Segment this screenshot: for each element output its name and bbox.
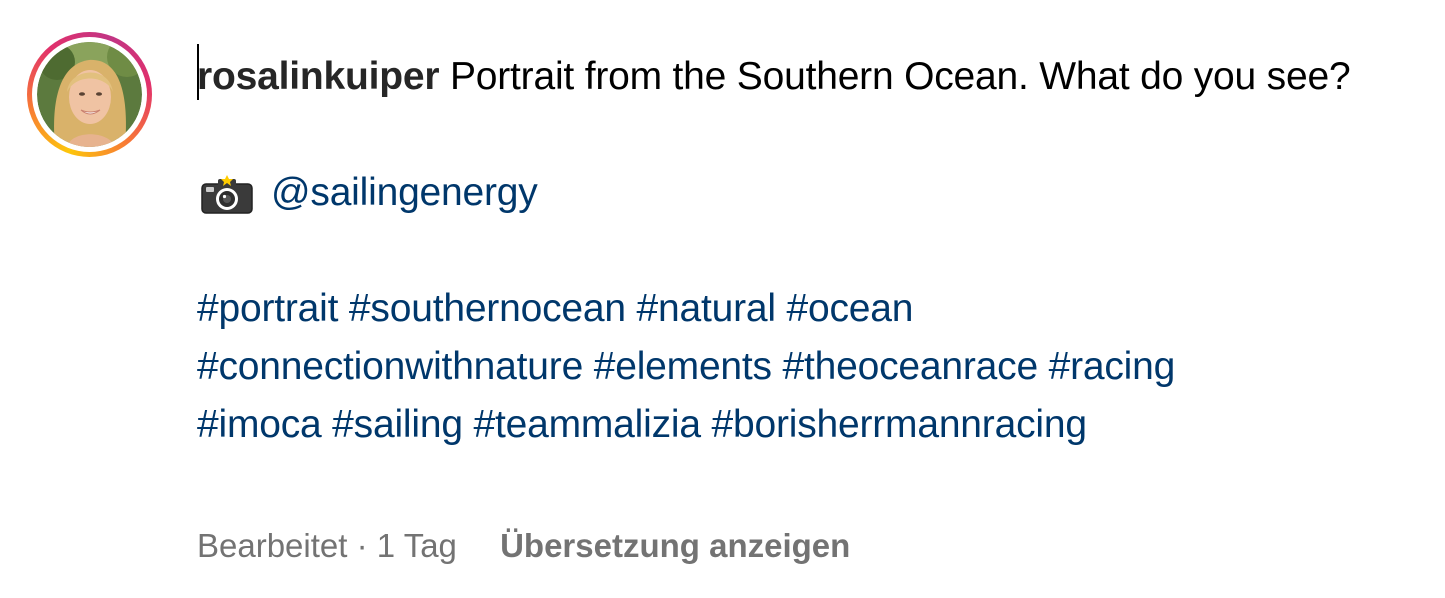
hashtag-link[interactable]: #connectionwithnature	[197, 345, 583, 388]
avatar-story-ring[interactable]	[27, 32, 152, 157]
hashtag-link[interactable]: #sailing	[332, 403, 463, 446]
camera-icon	[201, 175, 253, 214]
username-link[interactable]: rosalinkuiper	[197, 55, 440, 98]
hashtag-link[interactable]: #imoca	[197, 403, 322, 446]
avatar	[37, 42, 142, 147]
hashtag-link[interactable]: #borisherrmannracing	[711, 403, 1087, 446]
hashtag-link[interactable]: #southernocean	[349, 287, 626, 330]
hashtag-link[interactable]: #theoceanrace	[783, 345, 1039, 388]
post-age: 1 Tag	[376, 527, 457, 564]
hashtag-link[interactable]: #ocean	[786, 287, 913, 330]
edited-label: Bearbeitet	[197, 527, 348, 564]
hashtag-block: #portrait #southernocean #natural #ocean…	[197, 280, 1417, 454]
caption-paragraph: rosalinkuiper Portrait from the Southern…	[197, 48, 1417, 106]
hashtag-link[interactable]: #portrait	[197, 287, 338, 330]
hashtag-link[interactable]: #teammalizia	[473, 403, 701, 446]
photo-credit: @sailingenergy	[197, 164, 1417, 222]
post-meta: Bearbeitet · 1 Tag Übersetzung anzeigen	[197, 524, 850, 568]
post-caption: rosalinkuiper Portrait from the Southern…	[197, 48, 1417, 454]
hashtag-link[interactable]: #natural	[637, 287, 777, 330]
avatar-gap	[32, 37, 147, 152]
meta-separator: ·	[347, 527, 377, 564]
hashtag-link[interactable]: #racing	[1049, 345, 1176, 388]
mention-link[interactable]: @sailingenergy	[271, 171, 538, 214]
caption-text: Portrait from the Southern Ocean. What d…	[449, 55, 1351, 98]
hashtag-link[interactable]: #elements	[594, 345, 772, 388]
show-translation-button[interactable]: Übersetzung anzeigen	[500, 527, 850, 564]
